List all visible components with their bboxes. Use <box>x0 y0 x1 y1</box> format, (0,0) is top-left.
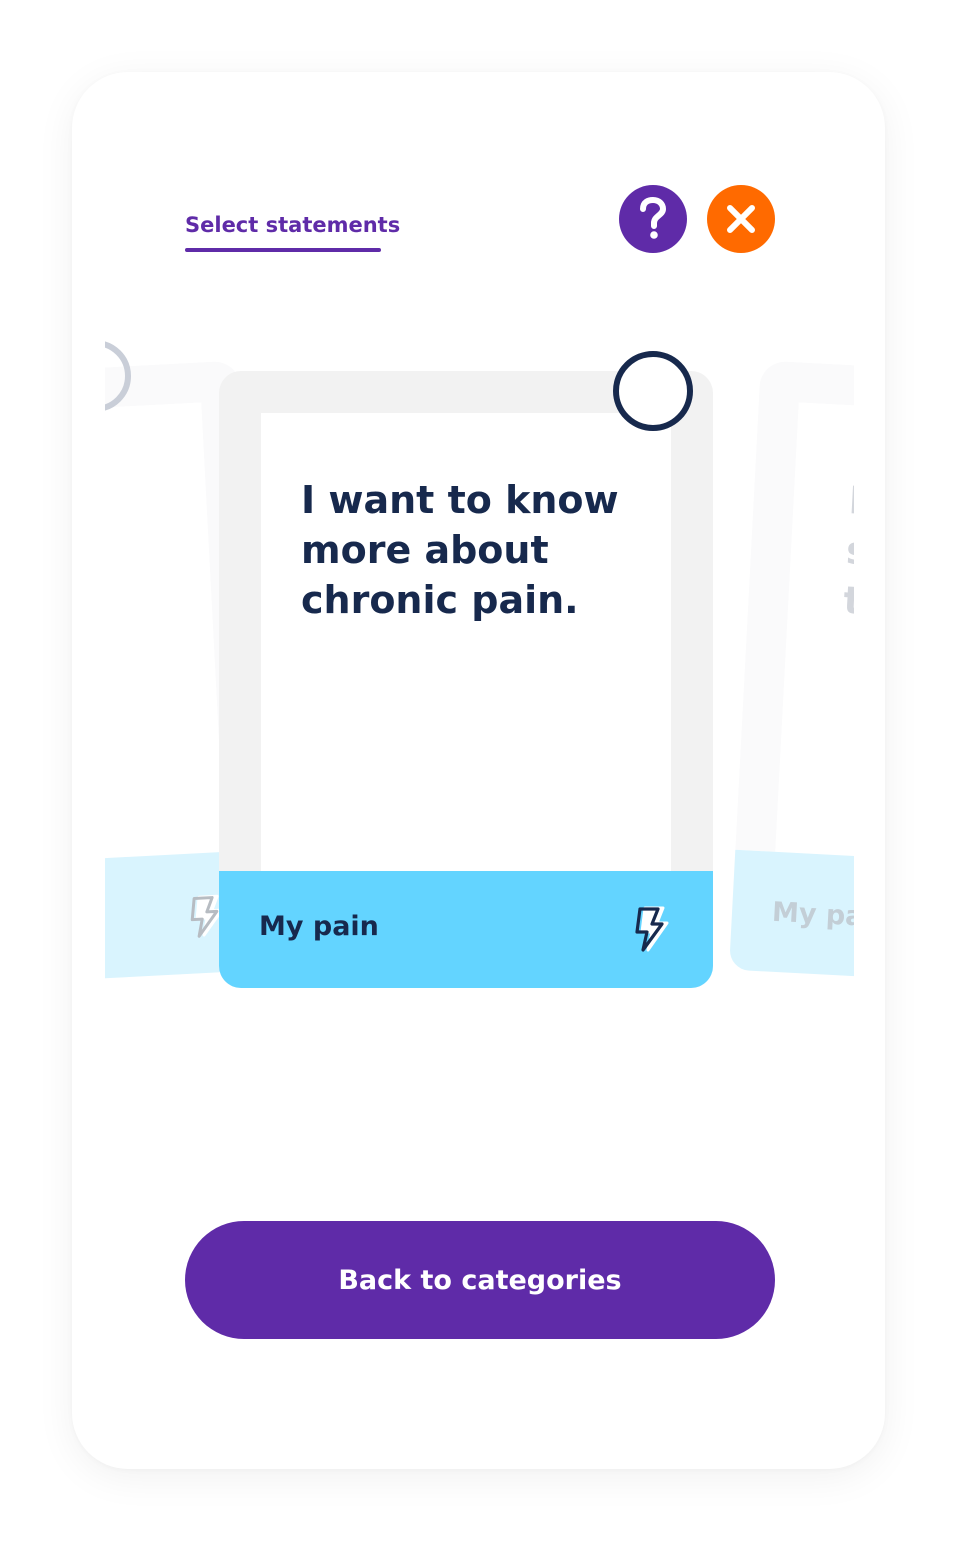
statement-card-body: I want to know more about chronic pain. <box>261 413 671 871</box>
statement-carousel[interactable]: I s t My pa I want to know more about ch… <box>105 300 854 1020</box>
lightning-bolt-icon <box>635 906 669 952</box>
statement-card-footer: My pain <box>219 871 713 988</box>
lightning-bolt-icon <box>190 894 224 938</box>
help-button[interactable] <box>619 185 687 253</box>
statement-text: I want to know more about chronic pain. <box>301 478 619 622</box>
next-card[interactable]: I s t My pa <box>729 360 854 995</box>
active-tab-indicator <box>185 248 381 252</box>
select-statement-checkbox[interactable] <box>613 351 693 431</box>
statement-card[interactable]: I want to know more about chronic pain. … <box>219 371 713 988</box>
close-x-icon <box>727 205 755 233</box>
next-card-category: My pa <box>771 896 854 933</box>
next-card-frame <box>735 360 854 875</box>
select-statements-tab[interactable]: Select statements <box>185 213 400 237</box>
card-category-label: My pain <box>259 911 379 942</box>
close-button[interactable] <box>707 185 775 253</box>
back-to-categories-button[interactable]: Back to categories <box>185 1221 775 1339</box>
next-card-footer: My pa <box>729 849 854 995</box>
question-mark-icon <box>640 197 667 239</box>
